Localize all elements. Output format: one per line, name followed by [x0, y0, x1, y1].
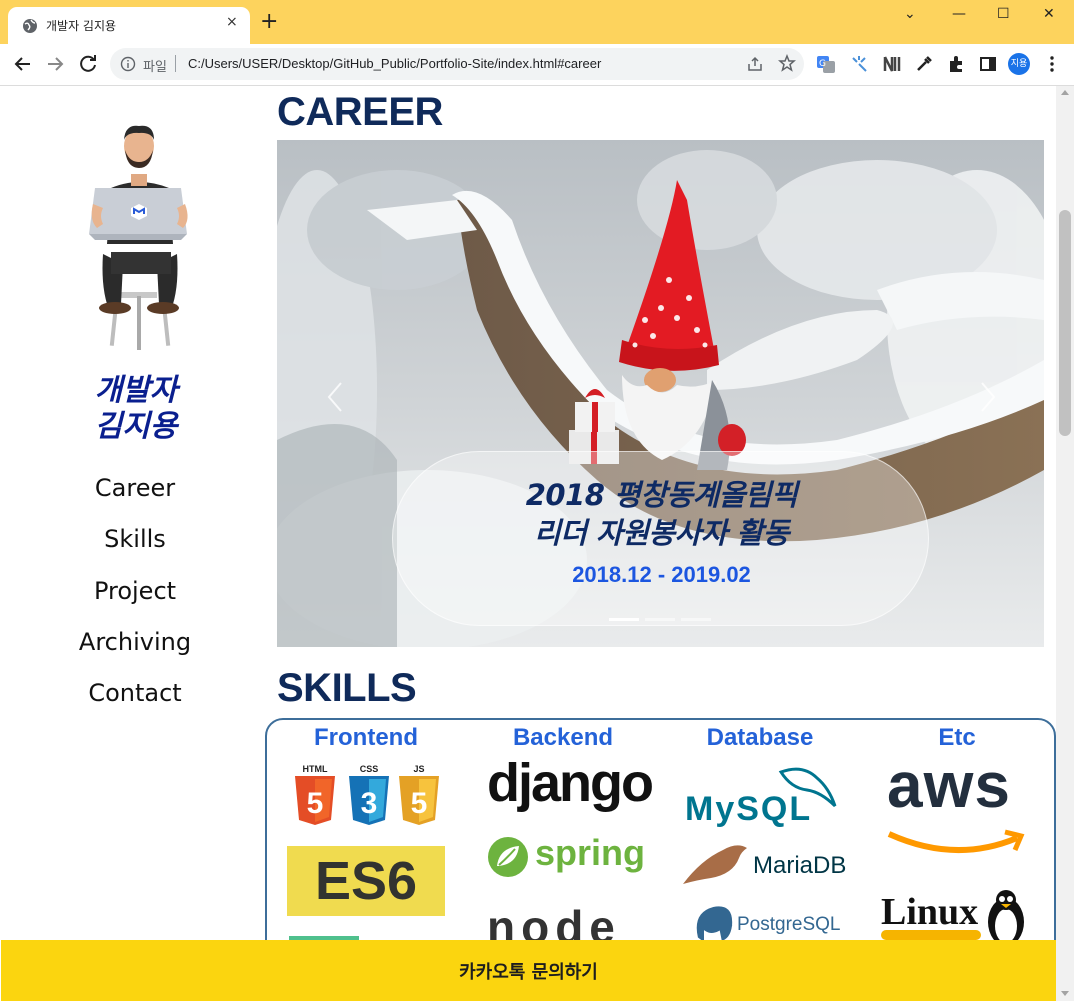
scroll-down-arrow-icon[interactable]	[1061, 991, 1069, 996]
brand-name: 개발자 김지용	[61, 373, 211, 445]
brand-line-2: 김지용	[94, 409, 178, 444]
svg-text:G: G	[819, 59, 826, 69]
browser-tab[interactable]: 개발자 김지용 ×	[8, 7, 250, 44]
address-bar[interactable]: 파일 C:/Users/USER/Desktop/GitHub_Public/P…	[110, 48, 804, 80]
scrollbar-thumb[interactable]	[1059, 210, 1071, 436]
svg-text:5: 5	[411, 787, 428, 820]
js-logo-label: JS	[413, 764, 424, 774]
back-arrow-icon[interactable]	[11, 52, 35, 76]
browser-toolbar: 파일 C:/Users/USER/Desktop/GitHub_Public/P…	[0, 44, 1074, 86]
html5-logo-label: HTML	[303, 764, 328, 774]
career-carousel: 2018 평창동계올림픽 리더 자원봉사자 활동 2018.12 - 2019.…	[277, 140, 1044, 647]
caption-title-line-2: 리더 자원봉사자 활동	[534, 516, 789, 550]
caption-title-line-1: 2018 평창동계올림픽	[525, 478, 798, 512]
html5-logo: HTML 5	[295, 764, 335, 825]
maximize-button[interactable]: ☐	[997, 6, 1010, 22]
carousel-prev-icon[interactable]	[321, 377, 351, 417]
svg-text:3: 3	[361, 787, 378, 820]
developer-avatar-illustration	[89, 125, 188, 350]
carousel-indicators	[609, 618, 719, 622]
carousel-caption-title: 2018 평창동계올림픽 리더 자원봉사자 활동	[393, 476, 930, 552]
sparkle-extension-icon[interactable]	[849, 54, 869, 74]
tab-search-icon[interactable]: ⌄	[904, 6, 916, 22]
es6-logo-label: ES6	[314, 851, 418, 911]
page-viewport: 개발자 김지용 Career Skills Project Archiving …	[1, 86, 1056, 1001]
reload-icon[interactable]	[76, 52, 100, 76]
new-tab-button[interactable]: +	[260, 11, 278, 33]
info-icon[interactable]	[120, 56, 136, 72]
tux-penguin-icon	[988, 890, 1024, 946]
page-scrollbar[interactable]	[1056, 86, 1074, 1001]
bookmark-star-icon[interactable]	[778, 54, 796, 72]
nav-career-link[interactable]: Career	[35, 474, 235, 502]
brand-line-1: 개발자	[94, 373, 178, 408]
skills-backend-heading: Backend	[512, 724, 614, 751]
django-logo: django	[487, 753, 654, 813]
mariadb-seal-icon	[683, 845, 747, 884]
close-window-button[interactable]: ✕	[1043, 6, 1055, 22]
browser-tab-strip: 개발자 김지용 × + ⌄ — ☐ ✕	[0, 0, 1074, 44]
skills-section-title: SKILLS	[277, 666, 417, 710]
address-separator	[175, 55, 176, 72]
linux-underline	[881, 930, 981, 940]
spring-logo-label: spring	[535, 832, 646, 873]
js-logo: JS 5	[399, 764, 439, 825]
nav-project-link[interactable]: Project	[35, 577, 235, 605]
nav-skills-link[interactable]: Skills	[35, 525, 235, 553]
aws-smile-arrow	[887, 829, 1025, 853]
minimize-button[interactable]: —	[952, 6, 966, 22]
skills-database-heading: Database	[706, 724, 814, 751]
skills-frontend-heading: Frontend	[314, 724, 418, 751]
eyedropper-icon[interactable]	[914, 54, 934, 74]
nav-archiving-link[interactable]: Archiving	[35, 628, 235, 656]
mysql-logo: MySQL	[685, 790, 813, 828]
kebab-menu-icon[interactable]	[1042, 54, 1062, 74]
forward-arrow-icon[interactable]	[43, 52, 67, 76]
translate-extension-icon[interactable]: G	[816, 54, 836, 74]
carousel-indicator-3[interactable]	[681, 618, 711, 621]
mariadb-logo: MariaDB	[753, 852, 847, 879]
spring-leaf-icon	[488, 837, 528, 877]
career-section-title: CAREER	[277, 90, 443, 134]
scroll-up-arrow-icon[interactable]	[1061, 90, 1069, 95]
profile-avatar[interactable]: 지용	[1008, 53, 1030, 75]
scheme-label: 파일	[143, 60, 167, 75]
linux-logo: Linux	[881, 891, 979, 933]
carousel-caption: 2018 평창동계올림픽 리더 자원봉사자 활동 2018.12 - 2019.…	[392, 451, 929, 626]
notion-extension-icon[interactable]	[882, 54, 902, 74]
nav-contact-link[interactable]: Contact	[35, 679, 235, 707]
svg-text:5: 5	[307, 787, 324, 820]
side-panel-icon[interactable]	[978, 54, 998, 74]
css3-logo: CSS 3	[349, 764, 389, 825]
globe-icon	[23, 19, 37, 33]
postgresql-logo: PostgreSQL	[737, 914, 841, 935]
tab-title: 개발자 김지용	[46, 19, 117, 33]
carousel-caption-date: 2018.12 - 2019.02	[572, 562, 751, 587]
tab-close-icon[interactable]: ×	[226, 14, 238, 30]
share-icon[interactable]	[746, 55, 764, 73]
kakao-inquiry-button[interactable]: 카카오톡 문의하기	[1, 940, 1056, 1001]
carousel-indicator-1[interactable]	[609, 618, 639, 621]
css3-logo-label: CSS	[360, 764, 379, 774]
carousel-next-icon[interactable]	[972, 377, 1002, 417]
aws-logo: aws	[887, 749, 1011, 821]
url-text[interactable]: C:/Users/USER/Desktop/GitHub_Public/Port…	[188, 56, 601, 71]
extensions-puzzle-icon[interactable]	[946, 54, 966, 74]
es6-logo: ES6	[287, 846, 445, 916]
carousel-indicator-2[interactable]	[645, 618, 675, 621]
kakao-inquiry-label: 카카오톡 문의하기	[459, 962, 598, 983]
